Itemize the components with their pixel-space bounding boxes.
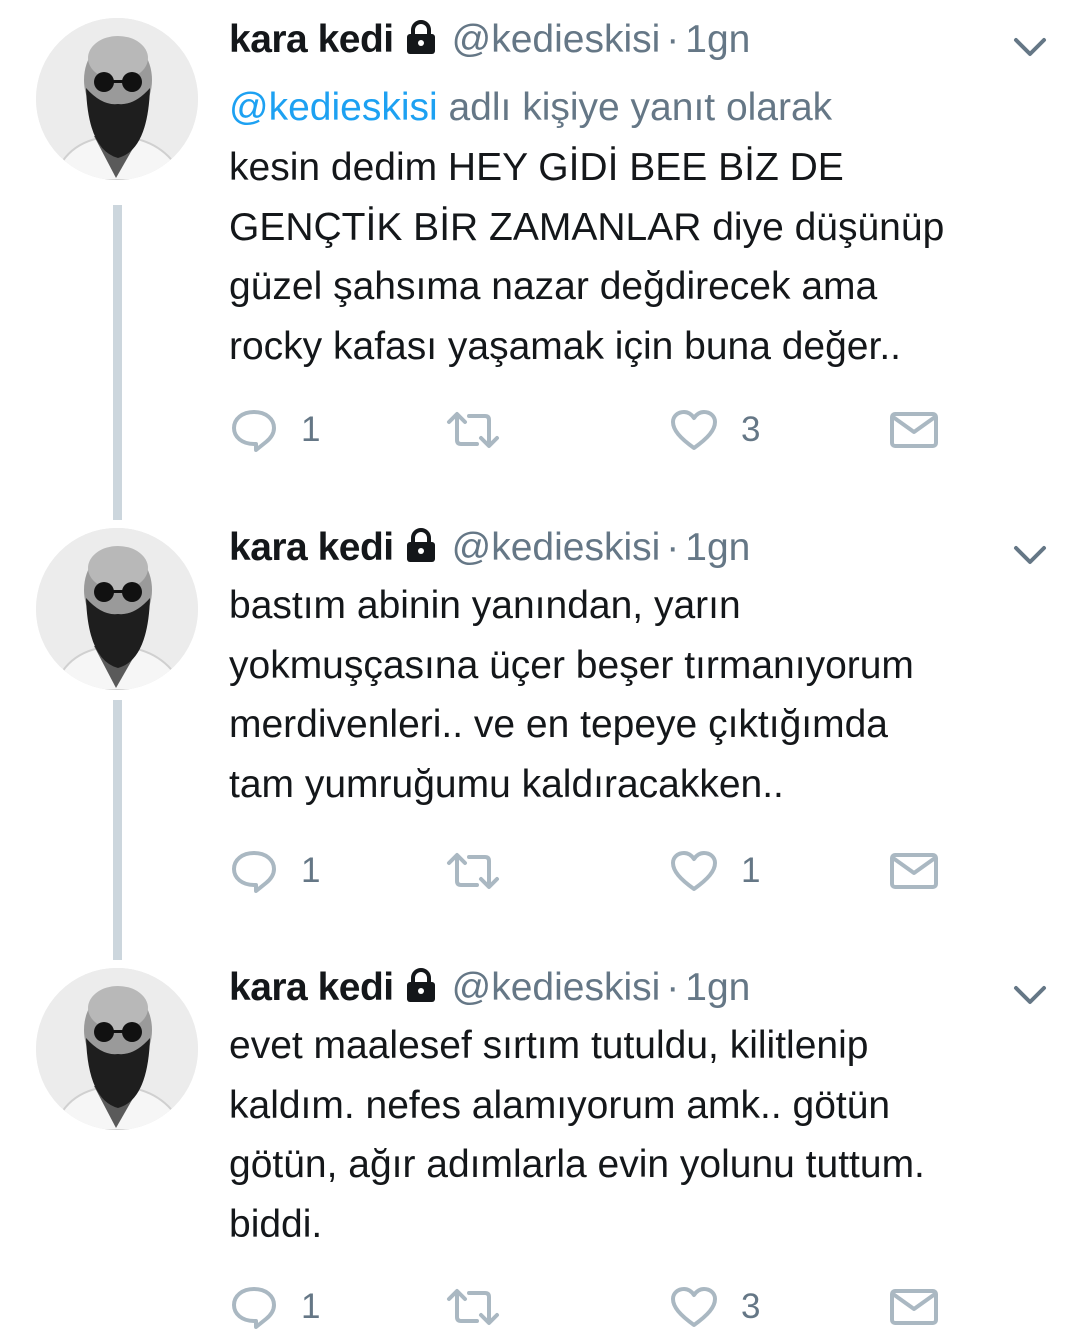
chevron-down-icon[interactable] [1010,32,1050,62]
direct-message-button[interactable] [889,1282,939,1332]
tweet-text-line: kaldım. nefes alamıyorum amk.. götün [229,1083,891,1127]
reply-button[interactable]: 1 [229,846,320,896]
display-name[interactable]: kara kedi [229,526,394,569]
lock-icon [404,522,438,582]
tweet-text-line: merdivenleri.. ve en tepeye çıktığımda [229,703,888,746]
display-name[interactable]: kara kedi [229,966,394,1009]
retweet-button[interactable] [445,1282,523,1332]
separator: · [666,18,680,61]
tweet[interactable]: kara kedi @kedieskisi · 1gn evet maalesef s… [0,958,1080,1329]
timestamp[interactable]: 1gn [685,18,750,61]
like-button[interactable]: 3 [669,405,760,455]
like-count: 1 [741,851,761,890]
tweet-text: evet maalesef sırtım tutuldu, kilitlenip… [229,1016,1059,1254]
retweet-icon [447,853,499,889]
separator: · [666,966,680,1009]
tweet-text-line: rocky kafası yaşamak için buna değer.. [229,324,902,368]
like-count: 3 [741,1287,761,1326]
heart-icon [671,851,717,891]
reply-icon [232,1287,276,1329]
tweet-text-line: evet maalesef sırtım tutuldu, kilitlenip [229,1024,869,1067]
retweet-button[interactable] [445,405,523,455]
tweet-actions: 1 3 [229,1282,1059,1332]
retweet-icon [447,1289,499,1325]
user-handle[interactable]: @kedieskisi [452,966,661,1009]
tweet-header: kara kedi @kedieskisi · 1gn [229,518,750,578]
tweet-text-line: güzel şahsıma nazar değdirecek ama [229,265,878,308]
mention-link[interactable]: @kedieskisi [229,86,438,129]
reply-button[interactable]: 1 [229,1282,320,1332]
reply-icon [232,851,276,893]
avatar[interactable] [36,968,198,1130]
tweet[interactable]: kara kedi @kedieskisi · 1gn bastım abinin y… [0,518,1080,938]
avatar-photo [36,528,198,690]
tweet-text-line: GENÇTİK BİR ZAMANLAR diye düşünüp [229,205,945,249]
envelope-icon [890,412,938,448]
reply-count: 1 [301,851,321,890]
direct-message-button[interactable] [889,405,939,455]
tweet-text: bastım abinin yanından, yarın yokmuşçası… [229,576,1059,814]
avatar-photo [36,968,198,1130]
tweet-text-line: götün, ağır adımlarla evin yolunu tuttum… [229,1143,925,1186]
user-handle[interactable]: @kedieskisi [452,526,661,569]
like-count: 3 [741,410,761,449]
tweet-text-line: kesin dedim HEY GİDİ BEE BİZ DE [229,146,844,189]
envelope-icon [890,1289,938,1325]
display-name[interactable]: kara kedi [229,18,394,61]
like-button[interactable]: 1 [669,846,760,896]
tweet-text-line: tam yumruğumu kaldıracakken.. [229,762,784,806]
separator: · [666,526,680,569]
tweet[interactable]: kara kedi @kedieskisi · 1gn @kedieskisi adl… [0,10,1080,480]
tweet-text-line: bastım abinin yanından, yarın [229,584,741,627]
reply-context: @kedieskisi adlı kişiye yanıt olarak [229,78,832,138]
tweet-text-line: yokmuşçasına üçer beşer tırmanıyorum [229,643,914,687]
avatar-photo [36,18,198,180]
heart-icon [671,1287,717,1327]
reply-count: 1 [301,410,321,449]
retweet-button[interactable] [445,846,523,896]
tweet-text-line: biddi. [229,1202,323,1246]
heart-icon [671,410,717,450]
timestamp[interactable]: 1gn [685,966,750,1009]
tweet-header: kara kedi @kedieskisi · 1gn [229,10,750,70]
lock-icon [404,14,438,74]
avatar[interactable] [36,528,198,690]
reply-count: 1 [301,1287,321,1326]
like-button[interactable]: 3 [669,1282,760,1332]
tweet-text: kesin dedim HEY GİDİ BEE BİZ DE GENÇTİK … [229,138,1059,376]
lock-icon [404,962,438,1022]
reply-icon [232,410,276,452]
avatar[interactable] [36,18,198,180]
retweet-icon [447,412,499,448]
timestamp[interactable]: 1gn [685,526,750,569]
user-handle[interactable]: @kedieskisi [452,18,661,61]
tweet-actions: 1 1 [229,846,1059,896]
reply-context-text: adlı kişiye yanıt olarak [437,86,833,129]
direct-message-button[interactable] [889,846,939,896]
reply-button[interactable]: 1 [229,405,320,455]
chevron-down-icon[interactable] [1010,540,1050,570]
tweet-header: kara kedi @kedieskisi · 1gn [229,958,750,1018]
envelope-icon [890,853,938,889]
tweet-actions: 1 3 [229,405,1059,455]
chevron-down-icon[interactable] [1010,980,1050,1010]
